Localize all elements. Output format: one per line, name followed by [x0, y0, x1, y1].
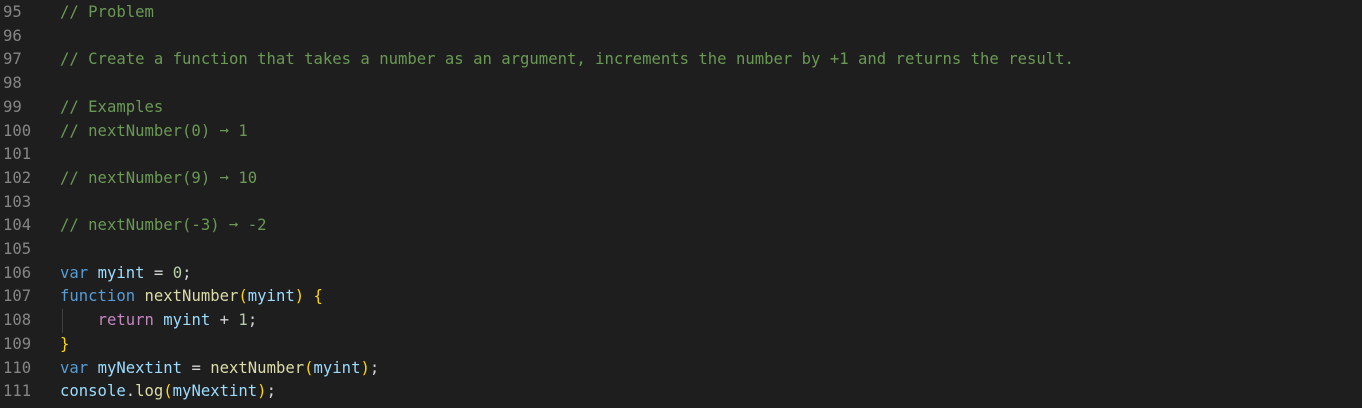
- line-code[interactable]: var myNextint = nextNumber(myint);: [60, 356, 379, 380]
- code-token-comment: // Create a function that takes a number…: [60, 50, 1074, 69]
- code-token-op: [88, 264, 97, 282]
- code-token-comment: // nextNumber(-3) ➞ -2: [60, 216, 267, 235]
- code-token-keyword: var: [60, 263, 89, 282]
- code-token-brace: ): [360, 358, 370, 377]
- code-line[interactable]: 95 // Problem: [0, 0, 1362, 24]
- code-line[interactable]: 110 var myNextint = nextNumber(myint);: [0, 356, 1362, 380]
- code-token-op: [154, 311, 163, 329]
- line-number: 98: [3, 74, 22, 93]
- code-token-op: =: [182, 358, 211, 377]
- line-code[interactable]: // Problem: [60, 0, 154, 24]
- code-line[interactable]: 108 return myint + 1;: [0, 308, 1362, 332]
- code-token-fn: log: [135, 382, 164, 401]
- line-number: 99: [3, 97, 22, 116]
- code-token-brace: (: [163, 382, 173, 401]
- code-token-brace: {: [313, 287, 323, 306]
- code-token-comment: // nextNumber(0) ➞ 1: [60, 121, 248, 140]
- code-token-op: ;: [369, 358, 380, 377]
- code-line[interactable]: 109}: [0, 332, 1362, 356]
- code-line[interactable]: 111 console.log(myNextint);: [0, 379, 1362, 403]
- code-line[interactable]: 107 function nextNumber(myint) {: [0, 284, 1362, 308]
- code-token-num: 1: [238, 311, 248, 330]
- line-number: 96: [3, 26, 22, 45]
- code-line[interactable]: 101: [0, 142, 1362, 166]
- line-number: 103: [3, 192, 32, 211]
- line-number: 102: [3, 168, 32, 187]
- code-token-comment: // nextNumber(9) ➞ 10: [60, 168, 258, 187]
- code-token-op: [304, 287, 313, 305]
- line-number: 100: [3, 121, 32, 140]
- line-number: 95: [3, 3, 22, 21]
- code-token-keyword: var: [60, 358, 89, 377]
- line-number: 111: [3, 382, 32, 401]
- line-number: 109: [3, 334, 32, 353]
- code-token-control: return: [97, 311, 154, 330]
- code-line[interactable]: 105: [0, 237, 1362, 261]
- line-number: 108: [3, 311, 32, 330]
- line-code[interactable]: // nextNumber(9) ➞ 10: [60, 166, 257, 190]
- line-code[interactable]: console.log(myNextint);: [60, 379, 276, 403]
- code-token-brace: }: [60, 334, 70, 353]
- code-token-op: =: [144, 263, 173, 282]
- line-number: 105: [3, 240, 32, 258]
- code-token-op: .: [125, 382, 136, 401]
- code-editor[interactable]: 95 // Problem 96 97 // Create a function tha…: [0, 0, 1362, 408]
- code-line[interactable]: 104 // nextNumber(-3) ➞ -2: [0, 213, 1362, 237]
- code-token-var: myint: [247, 287, 295, 306]
- line-code[interactable]: // nextNumber(-3) ➞ -2: [60, 213, 267, 237]
- code-token-fn: nextNumber: [144, 287, 239, 306]
- code-token-var: myint: [163, 311, 211, 330]
- code-line[interactable]: 100 // nextNumber(0) ➞ 1: [0, 119, 1362, 143]
- code-line[interactable]: 102 // nextNumber(9) ➞ 10: [0, 166, 1362, 190]
- code-token-keyword: function: [60, 287, 136, 306]
- code-token-op: ;: [247, 311, 258, 330]
- code-token-op: [88, 359, 97, 377]
- line-number: 97: [3, 50, 22, 69]
- line-code[interactable]: return myint + 1;: [60, 308, 258, 332]
- code-token-op: [135, 287, 144, 305]
- code-line[interactable]: 99 // Examples: [0, 95, 1362, 119]
- code-token-op: ;: [266, 382, 276, 401]
- code-token-op: +: [210, 311, 239, 330]
- line-code[interactable]: // Create a function that takes a number…: [60, 47, 1074, 71]
- code-token-brace: (: [304, 358, 314, 377]
- code-token-var: myNextint: [97, 358, 183, 377]
- code-token-comment: // Examples: [60, 97, 164, 116]
- code-line[interactable]: 103: [0, 190, 1362, 214]
- line-code[interactable]: function nextNumber(myint) {: [60, 284, 323, 308]
- code-token-comment: // Problem: [60, 3, 154, 21]
- line-number: 106: [3, 263, 32, 282]
- code-token-brace: ): [294, 287, 305, 306]
- code-token-var: myint: [313, 358, 361, 377]
- line-number: 110: [3, 358, 32, 377]
- code-token-brace: ): [257, 382, 267, 401]
- code-line[interactable]: 97 // Create a function that takes a numb…: [0, 47, 1362, 71]
- code-token-num: 0: [172, 263, 183, 282]
- line-code[interactable]: var myint = 0;: [60, 261, 191, 285]
- code-line[interactable]: 96: [0, 24, 1362, 48]
- code-line[interactable]: 106 var myint = 0;: [0, 261, 1362, 285]
- line-number: 101: [3, 145, 32, 164]
- line-code[interactable]: }: [60, 332, 69, 356]
- code-token-var: myNextint: [172, 382, 258, 401]
- line-number: 104: [3, 216, 32, 235]
- code-token-brace: (: [238, 287, 248, 306]
- code-token-op: [60, 311, 98, 329]
- line-code[interactable]: // Examples: [60, 95, 163, 119]
- code-token-var: myint: [97, 263, 145, 282]
- code-token-fn: nextNumber: [210, 358, 305, 377]
- code-line[interactable]: 98: [0, 71, 1362, 95]
- code-token-var: console: [60, 382, 126, 401]
- line-number: 107: [3, 287, 32, 306]
- line-code[interactable]: // nextNumber(0) ➞ 1: [60, 119, 248, 143]
- code-token-op: ;: [182, 263, 192, 282]
